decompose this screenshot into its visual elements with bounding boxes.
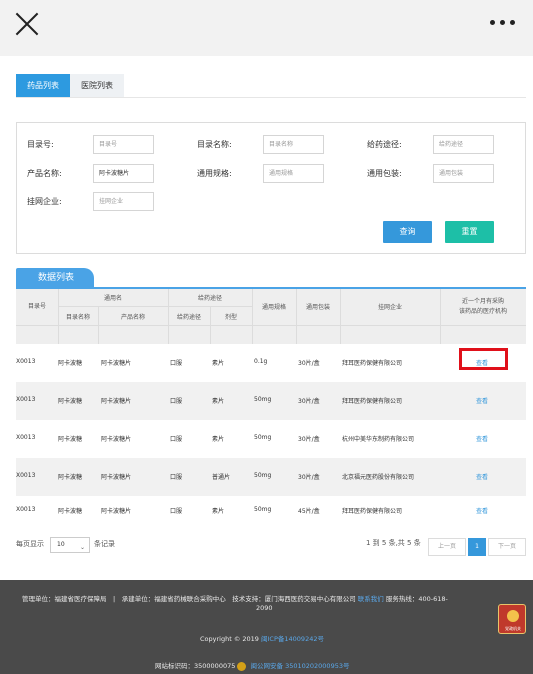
catalog-no-label: 目录号: [27,140,54,149]
table-row: X0013 阿卡波糖 阿卡波糖片 口服 素片 50mg 45片/盒 拜耳医药保健… [16,506,489,515]
highlight-annotation [459,348,508,370]
route-label: 给药途径: [367,140,402,149]
view-link[interactable]: 查看 [476,506,488,515]
table-row: X0013 阿卡波糖 阿卡波糖片 口服 素片 0.1g 30片/盒 拜耳医药保健… [16,358,489,367]
reset-button[interactable]: 重置 [445,221,494,243]
th-spec: 通用规格 [261,304,286,311]
th-product-name: 产品名称 [120,314,145,321]
th-catalog-name: 目录名称 [65,314,90,321]
pager-summary: 1 到 5 条,共 5 条 [366,539,421,547]
footer-line1: 管理单位：福建省医疗保障局 | 承建单位：福建省药械联合采购中心 技术支持：厦门… [22,595,448,603]
view-link[interactable]: 查看 [476,434,488,443]
icp-link[interactable]: 闽ICP备14009242号 [261,635,324,643]
page-size-select[interactable]: 10 ⌄ [50,537,90,553]
police-badge-icon [237,661,247,671]
spec-input[interactable]: 通用规格 [263,164,324,183]
close-icon[interactable] [14,11,40,37]
th-recent-line1: 近一个月有采购 [461,298,504,305]
catalog-name-label: 目录名称: [197,140,232,149]
th-route: 给药途径 [176,314,201,321]
th-generic-name: 通用名 [103,295,122,302]
tab-hospitals[interactable]: 医院列表 [70,74,124,97]
prev-page-button[interactable]: 上一页 [428,538,466,556]
th-route-group: 给药途径 [197,295,222,302]
page-1-button[interactable]: 1 [468,538,486,556]
emblem-icon [507,610,519,622]
footer-hotline-tail: 2090 [256,604,273,612]
data-list-title: 数据列表 [16,268,94,288]
view-link[interactable]: 查看 [476,472,488,481]
per-page-label: 每页显示 [16,540,44,548]
query-button[interactable]: 查询 [383,221,432,243]
packaging-label: 通用包装: [367,169,402,178]
more-options-icon[interactable] [490,20,515,25]
list-tabs: 药品列表 医院列表 [16,74,124,97]
view-link[interactable]: 查看 [476,396,488,405]
records-label: 条记录 [94,540,115,548]
catalog-name-input[interactable]: 目录名称 [263,135,324,154]
top-bar [0,0,533,56]
company-label: 挂网企业: [27,197,62,206]
chevron-down-icon: ⌄ [79,544,85,551]
catalog-no-input[interactable]: 目录号 [93,135,154,154]
table-row: X0013 阿卡波糖 阿卡波糖片 口服 素片 50mg 30片/盒 杭州中美华东… [16,434,489,443]
table-row: X0013 阿卡波糖 阿卡波糖片 口服 素片 50mg 30片/盒 拜耳医药保健… [16,382,526,420]
footer-copyright: Copyright © 2019 闽ICP备14009242号 [200,635,324,643]
company-input[interactable]: 挂网企业 [93,192,154,211]
th-recent-line2: 该药品的医疗机构 [458,308,507,315]
contact-link[interactable]: 联系我们 [358,595,384,603]
packaging-input[interactable]: 通用包装 [433,164,494,183]
spec-label: 通用规格: [197,169,232,178]
th-dosage: 剂型 [224,314,237,321]
tab-divider [16,97,526,98]
product-name-label: 产品名称: [27,169,62,178]
footer-ids: 网站标识码：3500000075 闽公网安备 35010202000953号 [155,661,350,671]
table-header: 目录号 通用名 目录名称 产品名称 给药途径 给药途径 剂型 通用规格 通用包装… [16,289,526,344]
police-record-link[interactable]: 闽公网安备 35010202000953号 [251,662,350,670]
filter-panel: 目录号: 目录号 目录名称: 目录名称 给药途径: 给药途径 产品名称: 阿卡波… [16,122,526,254]
site-footer: 管理单位：福建省医疗保障局 | 承建单位：福建省药械联合采购中心 技术支持：厦门… [0,580,533,674]
route-input[interactable]: 给药途径 [433,135,494,154]
next-page-button[interactable]: 下一页 [488,538,526,556]
th-packaging: 通用包装 [305,304,330,311]
table-row: X0013 阿卡波糖 阿卡波糖片 口服 普通片 50mg 30片/盒 北京福元医… [16,458,526,496]
tab-drugs[interactable]: 药品列表 [16,74,70,97]
th-company: 挂网企业 [377,304,402,311]
gov-site-badge[interactable]: 党政机关 [498,604,526,634]
product-name-input[interactable]: 阿卡波糖片 [93,164,154,183]
th-catalog-no: 目录号 [27,303,46,310]
